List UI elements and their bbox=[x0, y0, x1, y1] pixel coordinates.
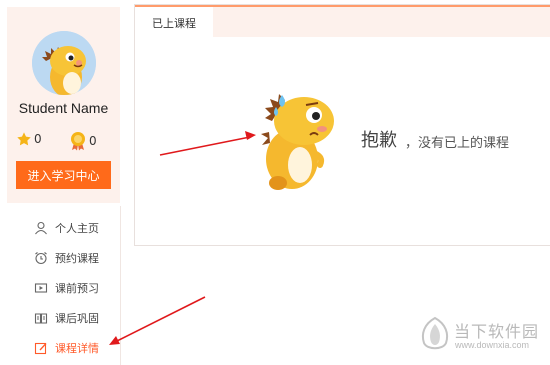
star-stat: 0 bbox=[16, 131, 42, 147]
tab-bar: 已上课程 bbox=[135, 5, 550, 39]
sidebar-item-label: 个人主页 bbox=[55, 222, 99, 235]
sidebar-item-preview[interactable]: 课前预习 bbox=[34, 278, 99, 298]
watermark-url: www.downxia.com bbox=[455, 340, 530, 350]
avatar[interactable] bbox=[32, 31, 96, 95]
edit-icon bbox=[34, 342, 47, 355]
sidebar-item-course-details[interactable]: 课程详情 bbox=[34, 338, 99, 358]
book-icon bbox=[34, 313, 48, 324]
alarm-clock-icon bbox=[35, 252, 47, 265]
student-name: Student Name bbox=[18, 100, 109, 116]
tab-completed-courses[interactable]: 已上课程 bbox=[135, 5, 213, 39]
star-icon bbox=[17, 132, 31, 146]
person-icon bbox=[35, 221, 47, 235]
sad-dino-illustration bbox=[258, 85, 344, 197]
sidebar-item-book-course[interactable]: 预约课程 bbox=[34, 248, 99, 268]
medal-icon bbox=[71, 132, 85, 151]
arrow-to-course-details bbox=[109, 296, 206, 345]
medal-stat: 0 bbox=[69, 131, 97, 151]
profile-card: Student Name 0 0 进入学习中心 bbox=[7, 7, 120, 203]
empty-state-description: ，没有已上的课程 bbox=[405, 136, 510, 151]
dino-avatar-icon bbox=[32, 31, 96, 95]
sidebar-item-personal-home[interactable]: 个人主页 bbox=[34, 218, 99, 238]
sidebar-nav: 个人主页 预约课程 课前预习 课后巩固 课程详情 bbox=[7, 206, 121, 365]
enter-learning-center-button[interactable]: 进入学习中心 bbox=[16, 161, 111, 189]
sidebar-item-label: 预约课程 bbox=[55, 252, 99, 265]
video-preview-icon bbox=[34, 283, 48, 293]
medal-count: 0 bbox=[89, 134, 97, 148]
sidebar-item-review[interactable]: 课后巩固 bbox=[34, 308, 99, 328]
sidebar-item-label: 课程详情 bbox=[55, 342, 99, 355]
sidebar-item-label: 课后巩固 bbox=[55, 312, 99, 325]
downxia-logo-icon bbox=[421, 316, 449, 350]
courses-panel: 已上课程 抱歉 ，没有已上的课程 bbox=[134, 4, 550, 246]
star-count: 0 bbox=[34, 132, 42, 146]
watermark-title: 当下软件园 bbox=[454, 322, 540, 341]
empty-state-title: 抱歉 bbox=[361, 130, 397, 151]
sidebar-item-label: 课前预习 bbox=[55, 282, 99, 295]
sad-dino-icon bbox=[261, 94, 334, 190]
